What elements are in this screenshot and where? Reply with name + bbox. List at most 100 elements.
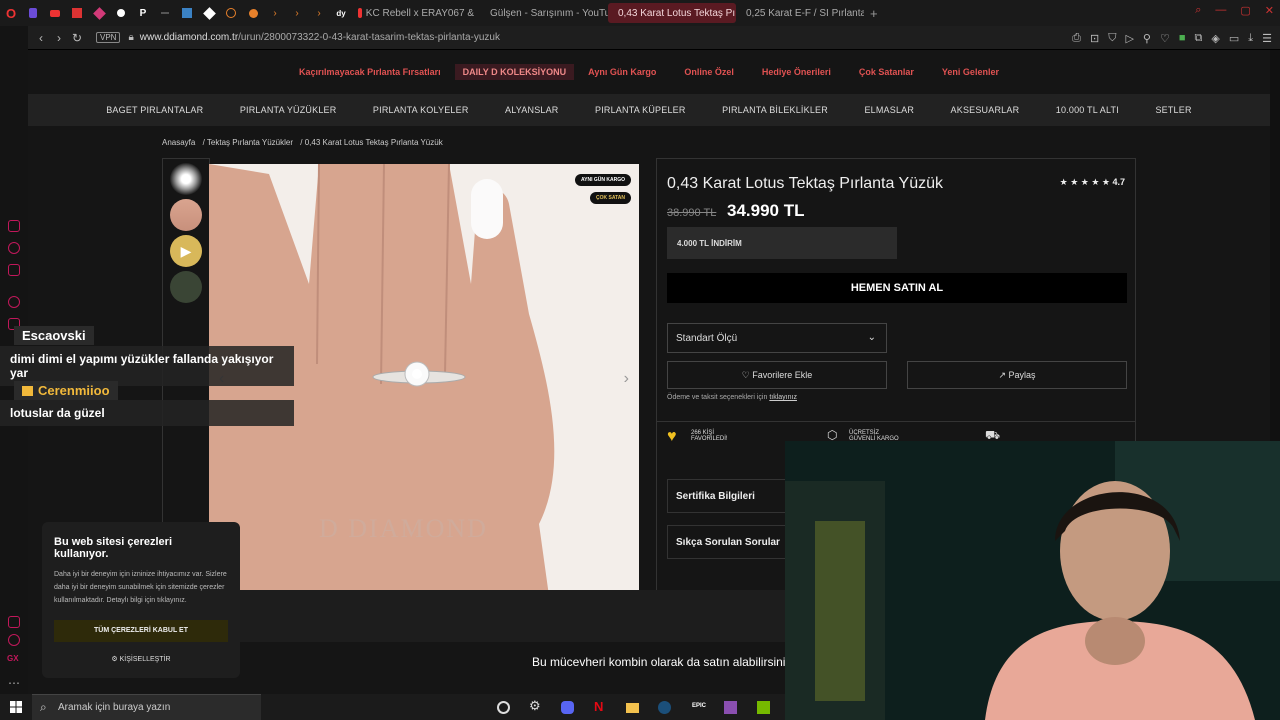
tab-favicon-10[interactable] xyxy=(220,2,242,24)
bag-icon[interactable] xyxy=(8,264,20,276)
tab-favicon-9[interactable] xyxy=(198,2,220,24)
tab-favicon-6[interactable]: P xyxy=(132,2,154,24)
thumbnail-box[interactable] xyxy=(170,271,202,303)
messenger-icon[interactable] xyxy=(8,220,20,232)
nav-bileklikler[interactable]: PIRLANTA BİLEKLİKLER xyxy=(722,105,828,115)
add-favorite-button[interactable]: ♡ Favorilere Ekle xyxy=(667,361,887,389)
nav-yuzukler[interactable]: PIRLANTA YÜZÜKLER xyxy=(240,105,337,115)
puzzle-icon[interactable]: ⧉ xyxy=(1195,32,1203,45)
tab-favicon-4[interactable] xyxy=(88,2,110,24)
close-icon[interactable]: ✕ xyxy=(1265,4,1274,17)
promo-link-daily-d[interactable]: DAILY D KOLEKSİYONU xyxy=(454,64,575,80)
thumbnail-hand[interactable] xyxy=(170,199,202,231)
combo-title: Bu mücevheri kombin olarak da satın alab… xyxy=(532,655,795,669)
nav-kupeler[interactable]: PIRLANTA KÜPELER xyxy=(595,105,686,115)
nav-setler[interactable]: SETLER xyxy=(1155,105,1191,115)
windows-start-icon[interactable] xyxy=(10,701,22,713)
wallet-icon[interactable]: ▭ xyxy=(1229,32,1239,45)
obs-icon[interactable] xyxy=(497,701,510,714)
tab-gulsen[interactable]: Gülşen - Sarışınım - YouTube xyxy=(480,3,608,23)
sidebar-tool-icon[interactable] xyxy=(8,616,20,628)
breadcrumb-home[interactable]: Anasayfa xyxy=(162,138,195,147)
heart-icon[interactable]: ♡ xyxy=(1160,32,1170,45)
easy-setup-icon[interactable]: ◈ xyxy=(1211,32,1219,45)
reload-icon[interactable]: ↻ xyxy=(68,31,86,45)
next-arrow-icon[interactable]: › xyxy=(624,370,629,388)
maximize-icon[interactable]: ▢ xyxy=(1240,4,1250,17)
opera-logo-icon[interactable]: O xyxy=(0,2,22,24)
crop-icon[interactable]: ⊡ xyxy=(1090,32,1099,45)
breadcrumb-category[interactable]: / Tektaş Pırlanta Yüzükler xyxy=(203,138,293,147)
more-icon[interactable]: ⋯ xyxy=(8,676,20,690)
tab-kc-rebell[interactable]: KC Rebell x ERAY067 & xyxy=(352,3,480,23)
sidebar-record-icon[interactable] xyxy=(8,634,20,646)
url-field[interactable]: www.ddiamond.com.tr/urun/2800073322-0-43… xyxy=(140,32,500,43)
main-nav: BAGET PIRLANTALAR PIRLANTA YÜZÜKLER PIRL… xyxy=(28,94,1270,126)
nav-kolyeler[interactable]: PIRLANTA KOLYELER xyxy=(373,105,469,115)
player-icon[interactable]: ▷ xyxy=(1125,32,1133,45)
settings-icon[interactable]: ⚙ xyxy=(529,698,542,713)
tab-pirlanta[interactable]: 0,25 Karat E-F / SI Pırlanta xyxy=(736,3,864,23)
nav-baget[interactable]: BAGET PIRLANTALAR xyxy=(106,105,203,115)
tab-favicon-youtube[interactable] xyxy=(44,2,66,24)
download-icon[interactable]: ⤓ xyxy=(1248,32,1253,45)
minimize-icon[interactable]: — xyxy=(1215,4,1226,17)
tab-favicon-1[interactable] xyxy=(22,2,44,24)
back-icon[interactable]: ‹ xyxy=(32,31,50,45)
history-icon[interactable] xyxy=(8,242,20,254)
promo-link-firsatlar[interactable]: Kaçırılmayacak Pırlanta Fırsatları xyxy=(285,67,455,77)
watermark-logo: D DIAMOND xyxy=(319,514,488,543)
tab-active-product[interactable]: 0,43 Karat Lotus Tektaş Pı xyxy=(608,3,736,23)
share-button[interactable]: ↗ Paylaş xyxy=(907,361,1127,389)
promo-link-cok-satanlar[interactable]: Çok Satanlar xyxy=(845,67,928,77)
size-select-value: Standart Ölçü xyxy=(676,333,738,344)
new-tab-button[interactable]: + xyxy=(864,3,884,23)
shield-icon[interactable]: ⛉ xyxy=(1108,32,1116,45)
customize-cookies-button[interactable]: ⚙ KİŞİSELLEŞTİR xyxy=(42,655,240,663)
tab-favicon-12[interactable]: › xyxy=(264,2,286,24)
tab-favicon-15[interactable]: dy xyxy=(330,2,352,24)
taskbar-search[interactable]: ⌕ Aramak için buraya yazın xyxy=(32,694,261,720)
settings-sidebar-icon[interactable] xyxy=(8,296,20,308)
tab-favicon-7[interactable] xyxy=(154,2,176,24)
snapshot-icon[interactable]: ⎙ xyxy=(1072,32,1081,45)
buy-now-button[interactable]: HEMEN SATIN AL xyxy=(667,273,1127,303)
nvidia-icon[interactable] xyxy=(757,701,770,714)
promo-link-online[interactable]: Online Özel xyxy=(670,67,748,77)
winrar-icon[interactable] xyxy=(724,701,737,714)
webcam-overlay xyxy=(785,441,1280,720)
nav-elmaslar[interactable]: ELMASLAR xyxy=(864,105,914,115)
promo-link-yeni[interactable]: Yeni Gelenler xyxy=(928,67,1013,77)
menu-icon[interactable]: ☰ xyxy=(1262,32,1272,45)
steam-icon[interactable] xyxy=(658,701,671,714)
accept-cookies-button[interactable]: TÜM ÇEREZLERİ KABUL ET xyxy=(54,620,228,642)
extension-icon[interactable]: ■ xyxy=(1179,32,1186,45)
tab-favicon-14[interactable]: › xyxy=(308,2,330,24)
tab-favicon-3[interactable] xyxy=(66,2,88,24)
play-video-icon[interactable]: ▶ xyxy=(170,235,202,267)
tab-favicon-8[interactable] xyxy=(176,2,198,24)
size-select[interactable]: Standart Ölçü ⌄ xyxy=(667,323,887,353)
promo-link-ayni-gun[interactable]: Aynı Gün Kargo xyxy=(574,67,670,77)
nav-alyanslar[interactable]: ALYANSLAR xyxy=(505,105,559,115)
thumbnail-ring[interactable] xyxy=(170,163,202,195)
promo-link-hediye[interactable]: Hediye Önerileri xyxy=(748,67,845,77)
search-icon: ⌕ xyxy=(40,700,47,714)
installment-link[interactable]: tıklayınız xyxy=(769,394,797,401)
tab-favicon-11[interactable] xyxy=(242,2,264,24)
epic-icon[interactable]: EPIC xyxy=(692,703,706,716)
nav-10000-alti[interactable]: 10.000 TL ALTI xyxy=(1056,105,1119,115)
discord-icon[interactable] xyxy=(561,701,574,714)
tab-favicon-5[interactable] xyxy=(110,2,132,24)
gx-icon[interactable]: GX xyxy=(7,654,21,664)
search-tabs-icon[interactable]: ⌕ xyxy=(1195,4,1201,17)
installment-text: Ödeme ve taksit seçenekleri için xyxy=(667,394,768,401)
tab-favicon-13[interactable]: › xyxy=(286,2,308,24)
perk-favorites-label: FAVORİLEDİ! xyxy=(691,436,728,442)
nav-aksesuarlar[interactable]: AKSESUARLAR xyxy=(951,105,1020,115)
forward-icon[interactable]: › xyxy=(50,31,68,45)
folder-icon[interactable] xyxy=(626,703,639,713)
netflix-icon[interactable]: N xyxy=(594,699,607,714)
pin-icon[interactable]: ⚲ xyxy=(1143,32,1151,45)
vpn-badge[interactable]: VPN xyxy=(96,32,121,43)
